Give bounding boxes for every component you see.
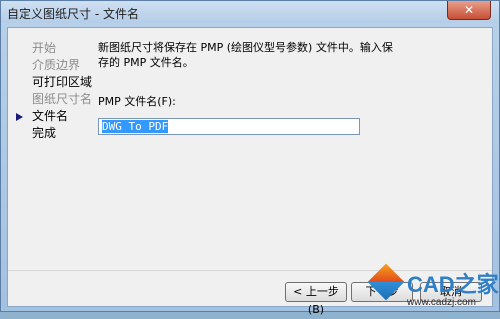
step-label: 介质边界 xyxy=(32,58,81,72)
step-label: 开始 xyxy=(32,41,57,55)
watermark-brand: CAD之家 xyxy=(407,272,499,297)
step-label: 可打印区域 xyxy=(32,75,93,89)
pmp-filename-input[interactable]: DWG To PDF xyxy=(98,118,360,135)
wizard-content: 开始 介质边界 可打印区域 图纸尺寸名 文件名 完成 新图纸尺寸将保存在 PMP… xyxy=(7,27,493,316)
step-paper-size-name: 图纸尺寸名 xyxy=(16,91,96,108)
step-printable-area[interactable]: 可打印区域 xyxy=(16,74,96,91)
back-button[interactable]: < 上一步(B) xyxy=(285,282,347,316)
step-label: 文件名 xyxy=(32,109,69,123)
step-label: 完成 xyxy=(32,126,57,140)
step-file-name[interactable]: 文件名 xyxy=(16,108,96,125)
step-finish[interactable]: 完成 xyxy=(16,125,96,142)
watermark-url: www.cadzj.com xyxy=(407,297,476,308)
logo-diamond-icon xyxy=(367,263,405,301)
pmp-filename-value: DWG To PDF xyxy=(102,120,169,133)
window-title: 自定义图纸尺寸 - 文件名 xyxy=(7,7,139,21)
pmp-filename-label: PMP 文件名(F): xyxy=(98,95,176,108)
title-bar[interactable]: 自定义图纸尺寸 - 文件名 ✕ xyxy=(1,1,499,23)
step-description: 新图纸尺寸将保存在 PMP (绘图仪型号参数) 文件中。输入保存的 PMP 文件… xyxy=(98,41,393,69)
wizard-window: 自定义图纸尺寸 - 文件名 ✕ 开始 介质边界 可打印区域 图纸尺寸名 文件名 xyxy=(0,0,500,316)
current-step-arrow-icon xyxy=(16,113,23,121)
close-icon: ✕ xyxy=(463,3,475,17)
step-start: 开始 xyxy=(16,40,96,57)
watermark-logo: CAD之家 www.cadzj.com xyxy=(367,263,499,313)
wizard-steps-nav: 开始 介质边界 可打印区域 图纸尺寸名 文件名 完成 xyxy=(16,40,96,142)
step-media-bounds: 介质边界 xyxy=(16,57,96,74)
close-button[interactable]: ✕ xyxy=(447,1,491,20)
step-label: 图纸尺寸名 xyxy=(32,92,93,106)
